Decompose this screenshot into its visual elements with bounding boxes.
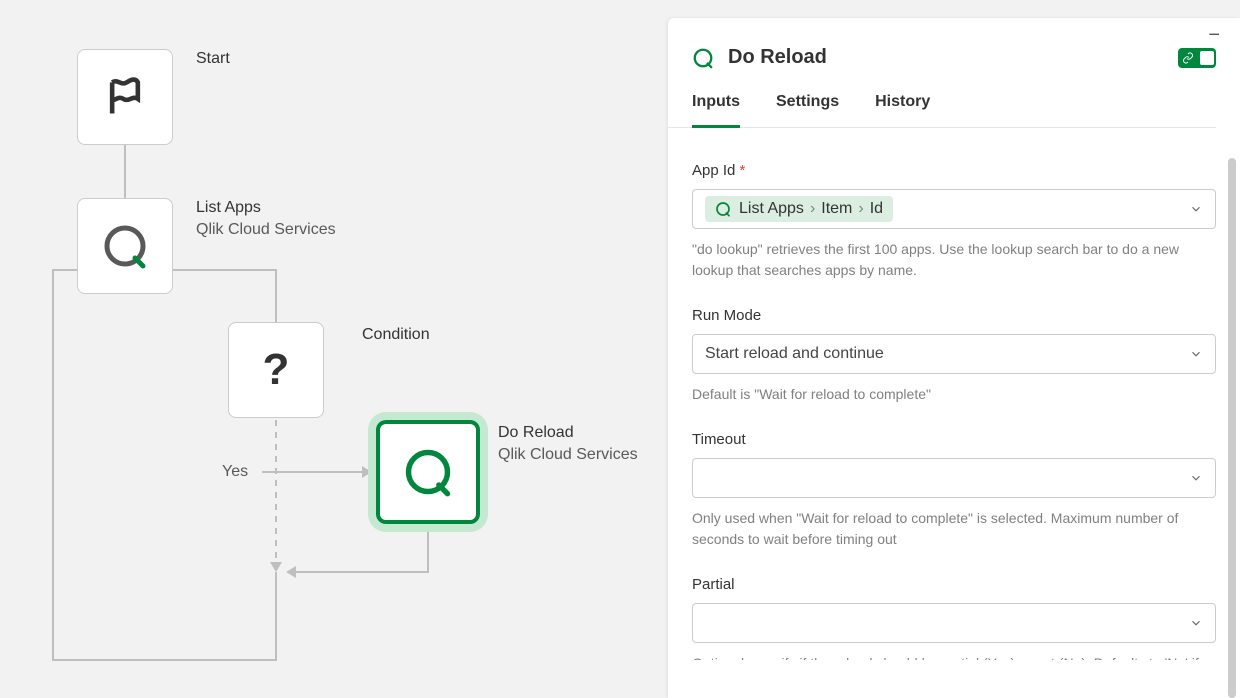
chevron-down-icon [1189, 347, 1203, 361]
link-icon [1182, 52, 1194, 64]
partial-select[interactable] [692, 603, 1216, 643]
minimize-icon[interactable]: − [1208, 24, 1220, 47]
scrollbar[interactable] [1228, 158, 1236, 698]
do-reload-node[interactable] [376, 420, 480, 524]
run-mode-select[interactable]: Start reload and continue [692, 334, 1216, 374]
enabled-toggle[interactable] [1178, 48, 1216, 68]
panel-title: Do Reload [728, 46, 1178, 69]
partial-label: Partial [692, 576, 1216, 593]
properties-panel: − Do Reload Inputs Settings History App … [668, 18, 1240, 698]
field-partial: Partial Optional, specify if the reload … [692, 576, 1216, 660]
chevron-down-icon [1189, 202, 1203, 216]
yes-label: Yes [222, 463, 248, 481]
list-apps-sublabel: Qlik Cloud Services [196, 221, 336, 239]
app-id-help: "do lookup" retrieves the first 100 apps… [692, 239, 1216, 281]
timeout-label: Timeout [692, 431, 1216, 448]
app-id-label: App Id [692, 162, 735, 179]
run-mode-label: Run Mode [692, 307, 1216, 324]
list-apps-node[interactable] [77, 198, 173, 294]
tab-history[interactable]: History [875, 93, 930, 127]
start-label: Start [196, 50, 230, 68]
field-app-id: App Id * List Apps › Item › Id [692, 162, 1216, 281]
tab-inputs[interactable]: Inputs [692, 93, 740, 128]
flag-icon [103, 75, 147, 119]
app-id-select[interactable]: List Apps › Item › Id [692, 189, 1216, 229]
qlik-icon [402, 446, 454, 498]
qlik-icon [101, 222, 149, 270]
qlik-icon [715, 201, 731, 217]
do-reload-sublabel: Qlik Cloud Services [498, 446, 638, 464]
required-asterisk: * [740, 162, 746, 179]
timeout-help: Only used when "Wait for reload to compl… [692, 508, 1216, 550]
field-timeout: Timeout Only used when "Wait for reload … [692, 431, 1216, 550]
list-apps-label: List Apps [196, 199, 261, 217]
app-id-chip: List Apps › Item › Id [705, 196, 893, 222]
chevron-down-icon [1189, 616, 1203, 630]
partial-help: Optional, specify if the reload should b… [692, 653, 1216, 660]
tab-settings[interactable]: Settings [776, 93, 839, 127]
field-run-mode: Run Mode Start reload and continue Defau… [692, 307, 1216, 405]
panel-tabs: Inputs Settings History [668, 69, 1216, 128]
question-icon: ? [263, 345, 290, 395]
run-mode-help: Default is "Wait for reload to complete" [692, 384, 1216, 405]
do-reload-label: Do Reload [498, 424, 574, 442]
panel-body: App Id * List Apps › Item › Id [668, 128, 1240, 660]
condition-label: Condition [362, 326, 430, 344]
chevron-down-icon [1189, 471, 1203, 485]
workflow-canvas: Start List Apps Qlik Cloud Services ? Co… [0, 0, 660, 698]
start-node[interactable] [77, 49, 173, 145]
timeout-select[interactable] [692, 458, 1216, 498]
qlik-icon [692, 47, 714, 69]
condition-node[interactable]: ? [228, 322, 324, 418]
